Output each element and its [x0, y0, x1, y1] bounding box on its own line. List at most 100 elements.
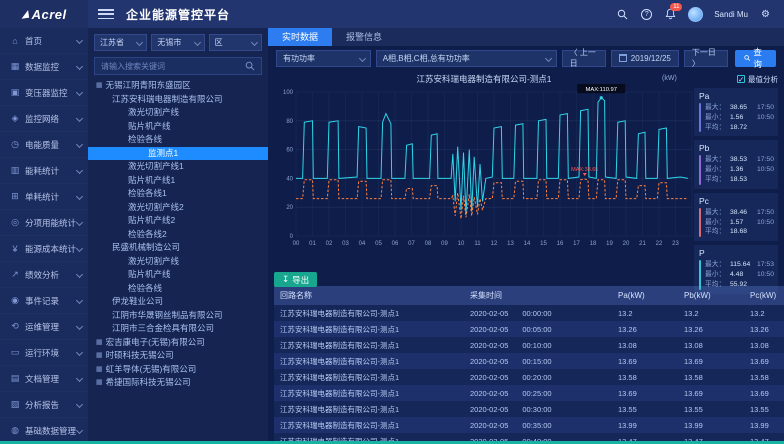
chevron-down-icon [76, 349, 83, 356]
sidebar-item-label: 首页 [25, 35, 77, 47]
user-name: Sandi Mu [714, 10, 748, 19]
tree-item-label: 激光切割产线1 [128, 160, 184, 174]
tree-item-label: 检验各线2 [128, 228, 167, 242]
help-icon[interactable]: ? [640, 8, 653, 21]
sidebar-item-14[interactable]: ▧分析报告 [0, 392, 88, 418]
building-icon: ▦ [96, 363, 103, 377]
tree-item[interactable]: ▦时硕科技无锡公司 [88, 349, 268, 363]
stat-group-Pb: Pb最大：38.5317:50最小：1.3610:50平均：18.53 [694, 140, 778, 188]
svg-text:00: 00 [293, 241, 300, 247]
tree-item[interactable]: 激光切割产线 [88, 255, 268, 269]
event-log-icon: ◉ [9, 295, 21, 306]
search-icon[interactable] [245, 61, 255, 71]
tree-item[interactable]: 检验各线2 [88, 228, 268, 242]
table-cell: 13.69 [678, 385, 744, 401]
energy-stats-icon: ▥ [9, 165, 21, 176]
sidebar-item-8[interactable]: ¥能源成本统计 [0, 236, 88, 262]
tree-item[interactable]: 伊龙鞋业公司 [88, 295, 268, 309]
extremes-panel: ✓ 最值分析 Pa最大：38.6517:50最小：1.5610:50平均：18.… [694, 72, 778, 264]
table-cell: 2020-02-0500:05:00 [464, 321, 612, 337]
sidebar-item-4[interactable]: ◷电能质量 [0, 132, 88, 158]
line-chart[interactable]: 0204060801000001020304050607080910111213… [274, 84, 698, 265]
table-cell: 13.26 [744, 321, 784, 337]
sidebar-item-label: 变压器监控 [25, 87, 77, 99]
sidebar-item-9[interactable]: ↗绩效分析 [0, 262, 88, 288]
search-icon[interactable] [616, 8, 629, 21]
chart-unit-label: (kW) [662, 75, 677, 82]
table-row[interactable]: 江苏安科瑞电器制造有限公司-测点12020-02-0500:15:0013.69… [274, 353, 784, 369]
calendar-icon [619, 54, 627, 62]
tree-item[interactable]: 贴片机产线1 [88, 174, 268, 188]
tree-item[interactable]: 贴片机产线 [88, 268, 268, 282]
tree-item[interactable]: 民盛机械制造公司 [88, 241, 268, 255]
table-row[interactable]: 江苏安科瑞电器制造有限公司-测点12020-02-0500:20:0013.58… [274, 369, 784, 385]
tree-item[interactable]: ▦无锡江阴青阳东盛园区 [88, 79, 268, 93]
acrel-logo-text: Acrel [32, 7, 67, 22]
table-row[interactable]: 江苏安科瑞电器制造有限公司-测点12020-02-0500:25:0013.69… [274, 385, 784, 401]
sidebar-item-10[interactable]: ◉事件记录 [0, 288, 88, 314]
notification-bell-icon[interactable]: 11 [664, 8, 677, 21]
sidebar-item-6[interactable]: ⊞单耗统计 [0, 184, 88, 210]
tree-item[interactable]: 检验各线1 [88, 187, 268, 201]
extremes-checkbox[interactable]: ✓ 最值分析 [694, 72, 778, 86]
tree-item[interactable]: 贴片机产线2 [88, 214, 268, 228]
table-cell: 13.08 [744, 337, 784, 353]
table-row[interactable]: 江苏安科瑞电器制造有限公司-测点12020-02-0500:10:0013.08… [274, 337, 784, 353]
sidebar-item-7[interactable]: ◎分项用能统计 [0, 210, 88, 236]
table-row[interactable]: 江苏安科瑞电器制造有限公司-测点12020-02-0500:05:0013.26… [274, 321, 784, 337]
gear-icon[interactable]: ⚙ [759, 8, 772, 21]
tree-item[interactable]: 激光切割产线1 [88, 160, 268, 174]
table-cell: 江苏安科瑞电器制造有限公司-测点1 [274, 337, 464, 353]
tree-item[interactable]: 江苏安科瑞电器制造有限公司 [88, 93, 268, 107]
sidebar-item-3[interactable]: ◈监控网络 [0, 106, 88, 132]
tree-item[interactable]: 检验各线 [88, 282, 268, 296]
stat-group-name: P [699, 248, 774, 258]
tree-item[interactable]: 激光切割产线2 [88, 201, 268, 215]
tree-item[interactable]: 江阴市三合金检具有限公司 [88, 322, 268, 336]
column-header: 回路名称 [274, 286, 464, 305]
tree-item[interactable]: 激光切割产线 [88, 106, 268, 120]
chevron-down-icon [136, 39, 143, 46]
chevron-down-icon [76, 297, 83, 304]
phase-select[interactable]: A相,B相,C相,总有功功率 [376, 50, 557, 67]
stat-row: 平均：18.68 [705, 227, 774, 237]
tree-item[interactable]: 江阴市华晟钢丝制品有限公司 [88, 309, 268, 323]
tab-0[interactable]: 实时数据 [268, 28, 332, 46]
province-select[interactable]: 江苏省 [94, 34, 147, 51]
sidebar-item-0[interactable]: ⌂首页 [0, 28, 88, 54]
tree-item[interactable]: ▦宏吉康电子(无锡)有限公司 [88, 336, 268, 350]
table-row[interactable]: 江苏安科瑞电器制造有限公司-测点12020-02-0500:35:0013.99… [274, 417, 784, 433]
query-button[interactable]: 查询 [735, 50, 776, 67]
table-cell: 13.55 [612, 401, 678, 417]
tree-item[interactable]: 贴片机产线 [88, 120, 268, 134]
sidebar-item-5[interactable]: ▥能耗统计 [0, 158, 88, 184]
sidebar-item-label: 文档管理 [25, 373, 77, 385]
tree-item[interactable]: ▦希捷国际科技无锡公司 [88, 376, 268, 390]
tree-item[interactable]: ▦虹羊导体(无锡)有限公司 [88, 363, 268, 377]
date-picker[interactable]: 2019/12/25 [611, 50, 679, 67]
table-cell: 13.26 [612, 321, 678, 337]
sidebar-item-1[interactable]: ▦数据监控 [0, 54, 88, 80]
network-icon: ◈ [9, 113, 21, 124]
export-button[interactable]: ↧ 导出 [274, 272, 317, 287]
next-day-button[interactable]: 下一日 〉 [684, 50, 728, 67]
tab-1[interactable]: 报警信息 [332, 28, 396, 46]
avatar[interactable] [688, 7, 703, 22]
city-select[interactable]: 无锡市 [151, 34, 204, 51]
chevron-down-icon [76, 37, 83, 44]
tree-search-input[interactable] [101, 62, 241, 71]
tree-item[interactable]: 检验各线 [88, 133, 268, 147]
table-cell: 13.69 [744, 385, 784, 401]
sidebar-item-12[interactable]: ▭运行环境 [0, 340, 88, 366]
tree-item-selected[interactable]: 监测点1 [88, 147, 268, 161]
district-select[interactable]: 区 [209, 34, 262, 51]
svg-text:04: 04 [359, 241, 366, 247]
sidebar-item-2[interactable]: ▣变压器监控 [0, 80, 88, 106]
table-row[interactable]: 江苏安科瑞电器制造有限公司-测点12020-02-0500:00:0013.21… [274, 305, 784, 321]
sidebar-item-13[interactable]: ▤文档管理 [0, 366, 88, 392]
table-row[interactable]: 江苏安科瑞电器制造有限公司-测点12020-02-0500:30:0013.55… [274, 401, 784, 417]
menu-toggle-icon[interactable] [98, 9, 114, 19]
metric-select[interactable]: 有功功率 [276, 50, 371, 67]
prev-day-button[interactable]: 〈 上一日 [562, 50, 606, 67]
sidebar-item-11[interactable]: ⟲运维管理 [0, 314, 88, 340]
